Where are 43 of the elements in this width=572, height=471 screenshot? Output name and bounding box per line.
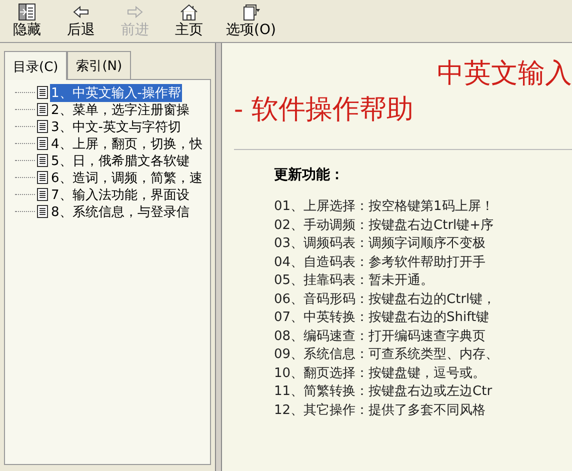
- feature-line: 12、其它操作：提供了多套不同风格: [274, 402, 487, 420]
- feature-line: 06、音码形码：按键盘右边的Ctrl键，: [274, 290, 497, 308]
- toolbar-button[interactable]: 选项(O): [218, 0, 284, 42]
- document-icon: [37, 120, 48, 133]
- feature-line: 05、挂靠码表：暂未开通。: [274, 272, 435, 290]
- feature-line: 08、编码速查：打开编码速查字典页: [274, 328, 487, 346]
- tab[interactable]: 目录(C): [4, 51, 68, 80]
- tree-item[interactable]: 4、上屏，翻页，切换，快: [50, 134, 204, 152]
- pane-icon: [17, 3, 37, 21]
- tree-item[interactable]: 5、日，俄希腊文各软键: [50, 152, 190, 170]
- feature-line: 09、系统信息：可查系统类型、内存、: [274, 346, 500, 364]
- feature-line: 10、翻页选择：按键盘键，逗号或。: [274, 364, 487, 382]
- pane-splitter[interactable]: [215, 43, 222, 471]
- document-icon: [37, 137, 48, 150]
- tree-item[interactable]: 6、造词，调频，简繁，速: [50, 168, 204, 186]
- feature-line: 07、中英转换：按键盘右边的Shift键: [274, 309, 490, 327]
- tree-item[interactable]: 1、中英文输入-操作帮: [50, 84, 182, 102]
- document-icon: [37, 86, 48, 99]
- feature-line: 11、简繁转换：按键盘右边或左边Ctr: [274, 383, 494, 401]
- document-icon: [37, 188, 48, 201]
- toolbar-button[interactable]: 隐藏: [2, 0, 52, 42]
- document-icon: [37, 171, 48, 184]
- back-arrow-icon: [71, 3, 91, 21]
- feature-line: 01、上屏选择：按空格键第1码上屏！: [274, 198, 495, 216]
- feature-line: 02、手动调频：按键盘右边Ctrl键+序: [274, 216, 495, 234]
- forward-arrow-icon: [125, 3, 145, 21]
- feature-line: 03、调频码表：调频字词顺序不变极: [274, 235, 487, 253]
- document-icon: [37, 103, 48, 116]
- tree-item[interactable]: 8、系统信息，与登录信: [50, 202, 190, 220]
- tab[interactable]: 索引(N): [67, 51, 132, 79]
- tree-item[interactable]: 2、菜单，选字注册窗操: [50, 100, 190, 118]
- document-icon: [37, 205, 48, 218]
- document-dropdown-icon: [240, 3, 261, 21]
- document-icon: [37, 154, 48, 167]
- toolbar-button[interactable]: 后退: [56, 0, 106, 42]
- tree-item[interactable]: 7、输入法功能，界面设: [50, 186, 190, 204]
- feature-line: 04、自造码表：参考软件帮助打开手: [274, 254, 487, 272]
- page-title: - 软件操作帮助: [234, 93, 415, 127]
- house-icon: [179, 3, 199, 21]
- section-heading: 更新功能：: [274, 166, 345, 184]
- page-title: 中英文输入: [436, 57, 572, 91]
- toolbar-button[interactable]: 主页: [164, 0, 214, 42]
- tree-item[interactable]: 3、中文-英文与字符切: [50, 118, 182, 136]
